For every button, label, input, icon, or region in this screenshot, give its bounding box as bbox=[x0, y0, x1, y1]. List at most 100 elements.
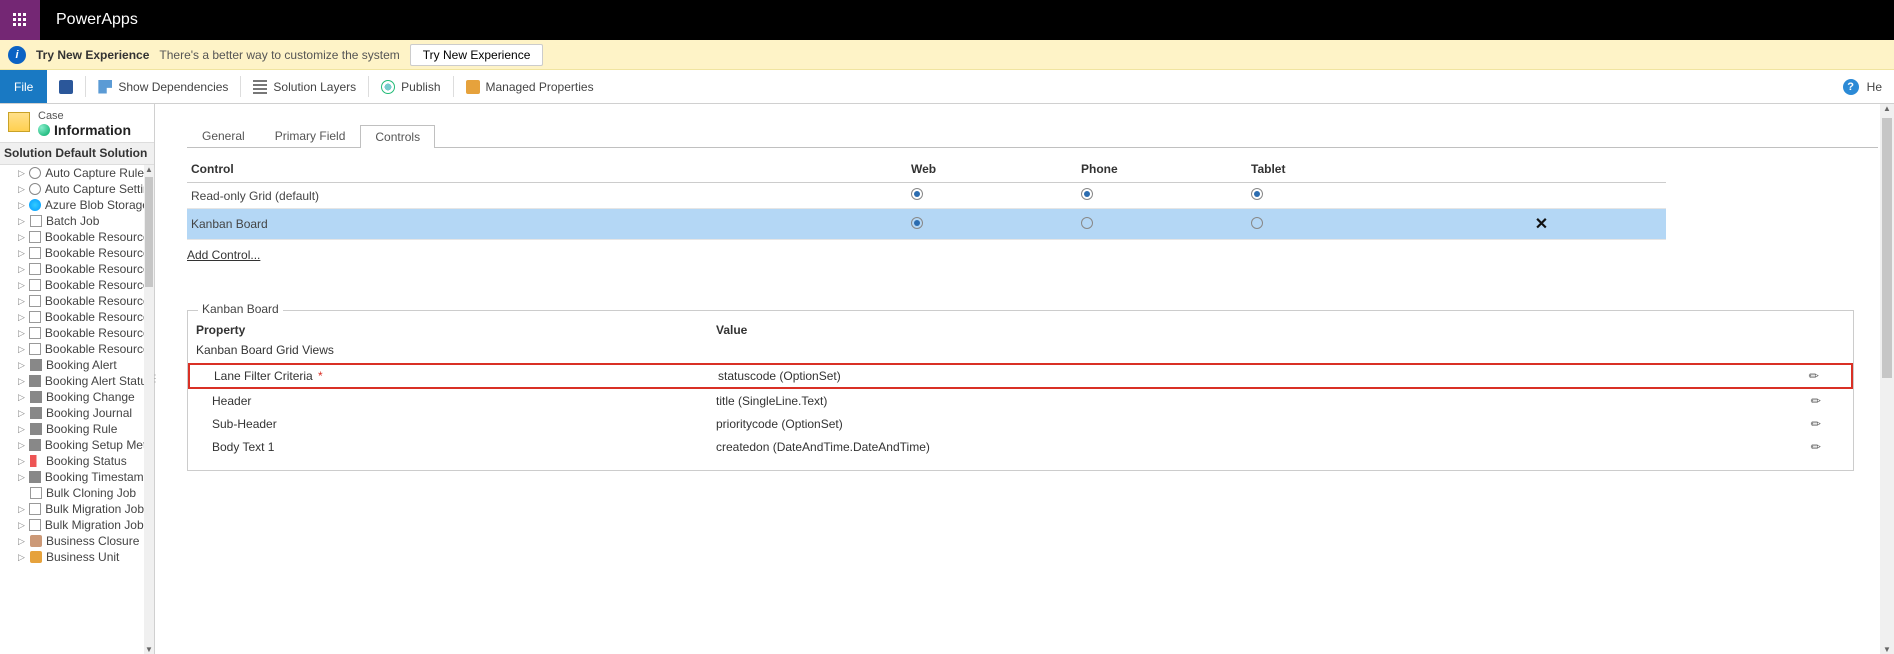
tree-item[interactable]: ▷Business Unit bbox=[0, 549, 144, 565]
tree-item[interactable]: ▷ Bulk Migration Job bbox=[0, 501, 144, 517]
form-factor-radio[interactable] bbox=[1081, 217, 1093, 229]
tree-item[interactable]: ▷Booking Alert bbox=[0, 357, 144, 373]
expand-icon[interactable]: ▷ bbox=[18, 166, 25, 180]
property-value: statuscode (OptionSet) bbox=[718, 369, 1795, 383]
form-factor-radio[interactable] bbox=[1081, 188, 1093, 200]
tree-item[interactable]: ▷ Bookable Resource ... bbox=[0, 293, 144, 309]
tree-item[interactable]: ▷Bulk Migration Job ... bbox=[0, 517, 144, 533]
publish-button[interactable]: Publish bbox=[369, 70, 452, 103]
expand-icon[interactable]: ▷ bbox=[18, 438, 25, 452]
tree-item[interactable]: ▷Azure Blob Storage ... bbox=[0, 197, 144, 213]
component-icon bbox=[29, 263, 41, 275]
try-new-experience-button[interactable]: Try New Experience bbox=[410, 44, 544, 66]
tree-item[interactable]: ▷Bookable Resource ... bbox=[0, 277, 144, 293]
help-button[interactable]: ?He bbox=[1831, 70, 1894, 103]
tree-item-label: Booking Alert Status bbox=[45, 374, 144, 388]
main-scroll-thumb[interactable] bbox=[1882, 118, 1892, 378]
tree-item-label: Bulk Migration Job bbox=[45, 502, 144, 516]
tree-scroll-down[interactable]: ▼ bbox=[144, 645, 154, 654]
tree-item[interactable]: ▷Business Closure bbox=[0, 533, 144, 549]
component-icon bbox=[30, 487, 42, 499]
tree-item[interactable]: ▷Booking Status bbox=[0, 453, 144, 469]
expand-icon[interactable]: ▷ bbox=[18, 502, 25, 516]
tree-item[interactable]: ▷Auto Capture Rule bbox=[0, 165, 144, 181]
edit-property-button[interactable]: ✎ bbox=[1805, 367, 1822, 384]
tree-item-label: Bookable Resource ... bbox=[45, 326, 144, 340]
waffle-menu[interactable] bbox=[0, 0, 40, 40]
expand-icon[interactable]: ▷ bbox=[18, 182, 25, 196]
expand-icon[interactable]: ▷ bbox=[18, 518, 25, 532]
main-scroll-down[interactable]: ▼ bbox=[1880, 645, 1894, 654]
expand-icon[interactable]: ▷ bbox=[18, 214, 26, 228]
tree-item[interactable]: ▷Bookable Resource bbox=[0, 229, 144, 245]
form-factor-radio[interactable] bbox=[911, 217, 923, 229]
expand-icon[interactable]: ▷ bbox=[18, 406, 26, 420]
tree-item[interactable]: ▷Bookable Resource ... bbox=[0, 341, 144, 357]
tree-item[interactable]: ▷Bookable Resource ... bbox=[0, 245, 144, 261]
save-button[interactable] bbox=[47, 70, 85, 103]
expand-icon[interactable]: ▷ bbox=[18, 326, 25, 340]
tree-item[interactable]: Bulk Cloning Job bbox=[0, 485, 144, 501]
tree-item[interactable]: ▷Booking Change bbox=[0, 389, 144, 405]
expand-icon[interactable]: ▷ bbox=[18, 470, 25, 484]
expand-icon[interactable]: ▷ bbox=[18, 374, 25, 388]
expand-icon[interactable]: ▷ bbox=[18, 310, 25, 324]
component-icon bbox=[29, 231, 41, 243]
tree-scroll-thumb[interactable] bbox=[145, 177, 153, 287]
expand-icon[interactable]: ▷ bbox=[18, 534, 26, 548]
tab-primary-field[interactable]: Primary Field bbox=[260, 124, 361, 147]
tab-general[interactable]: General bbox=[187, 124, 260, 147]
file-button[interactable]: File bbox=[0, 70, 47, 103]
tab-controls[interactable]: Controls bbox=[360, 125, 435, 148]
edit-property-button[interactable]: ✎ bbox=[1807, 392, 1824, 409]
tree-item[interactable]: ▷Auto Capture Settin... bbox=[0, 181, 144, 197]
tree-item[interactable]: ▷Booking Rule bbox=[0, 421, 144, 437]
tree-item[interactable]: ▷ Bookable Resource ... bbox=[0, 325, 144, 341]
tree-item[interactable]: ▷Bookable Resource ... bbox=[0, 309, 144, 325]
managed-properties-button[interactable]: Managed Properties bbox=[454, 70, 606, 103]
expand-icon[interactable]: ▷ bbox=[18, 342, 25, 356]
form-factor-radio[interactable] bbox=[911, 188, 923, 200]
main-scrollbar[interactable]: ▲ ▼ bbox=[1880, 104, 1894, 654]
edit-property-button[interactable]: ✎ bbox=[1807, 415, 1824, 432]
expand-icon[interactable]: ▷ bbox=[18, 230, 25, 244]
component-icon bbox=[29, 439, 41, 451]
expand-icon[interactable]: ▷ bbox=[18, 390, 26, 404]
col-phone: Phone bbox=[1077, 156, 1247, 183]
expand-icon[interactable]: ▷ bbox=[18, 550, 26, 564]
tree-item[interactable]: ▷ Booking Setup Met... bbox=[0, 437, 144, 453]
property-row: Sub-Headerprioritycode (OptionSet)✎ bbox=[188, 412, 1853, 435]
edit-property-button[interactable]: ✎ bbox=[1807, 438, 1824, 455]
content-area: Case Information Solution Default Soluti… bbox=[0, 104, 1894, 654]
tree-item[interactable]: ▷Booking Journal bbox=[0, 405, 144, 421]
expand-icon[interactable]: ▷ bbox=[18, 422, 26, 436]
component-icon bbox=[30, 535, 42, 547]
expand-icon[interactable]: ▷ bbox=[18, 454, 26, 468]
controls-table: Control Web Phone Tablet Read-only Grid … bbox=[187, 156, 1666, 240]
tree-item[interactable]: ▷Batch Job bbox=[0, 213, 144, 229]
tree-item[interactable]: ▷Bookable Resource ... bbox=[0, 261, 144, 277]
add-control-link[interactable]: Add Control... bbox=[187, 248, 260, 262]
tree-scroll-up[interactable]: ▲ bbox=[144, 165, 154, 174]
expand-icon[interactable]: ▷ bbox=[18, 246, 25, 260]
expand-icon[interactable]: ▷ bbox=[18, 294, 25, 308]
form-factor-radio[interactable] bbox=[1251, 217, 1263, 229]
tree-item[interactable]: ▷Booking Timestamp bbox=[0, 469, 144, 485]
tree-item-label: Bookable Resource ... bbox=[45, 294, 144, 308]
help-icon: ? bbox=[1843, 79, 1859, 95]
expand-icon[interactable]: ▷ bbox=[18, 198, 25, 212]
solution-layers-button[interactable]: Solution Layers bbox=[241, 70, 368, 103]
main-scroll-up[interactable]: ▲ bbox=[1880, 104, 1894, 113]
tab-strip: General Primary Field Controls bbox=[187, 124, 1878, 148]
remove-control-button[interactable]: ✕ bbox=[1535, 216, 1548, 233]
control-row[interactable]: Kanban Board✕ bbox=[187, 209, 1666, 240]
control-row[interactable]: Read-only Grid (default) bbox=[187, 183, 1666, 209]
tree-scrollbar[interactable]: ▲ ▼ bbox=[144, 165, 154, 654]
form-factor-radio[interactable] bbox=[1251, 188, 1263, 200]
tree-item-label: Booking Setup Met... bbox=[45, 438, 144, 452]
show-dependencies-button[interactable]: Show Dependencies bbox=[86, 70, 240, 103]
expand-icon[interactable]: ▷ bbox=[18, 262, 25, 276]
expand-icon[interactable]: ▷ bbox=[18, 278, 25, 292]
tree-item[interactable]: ▷ Booking Alert Status bbox=[0, 373, 144, 389]
expand-icon[interactable]: ▷ bbox=[18, 358, 26, 372]
